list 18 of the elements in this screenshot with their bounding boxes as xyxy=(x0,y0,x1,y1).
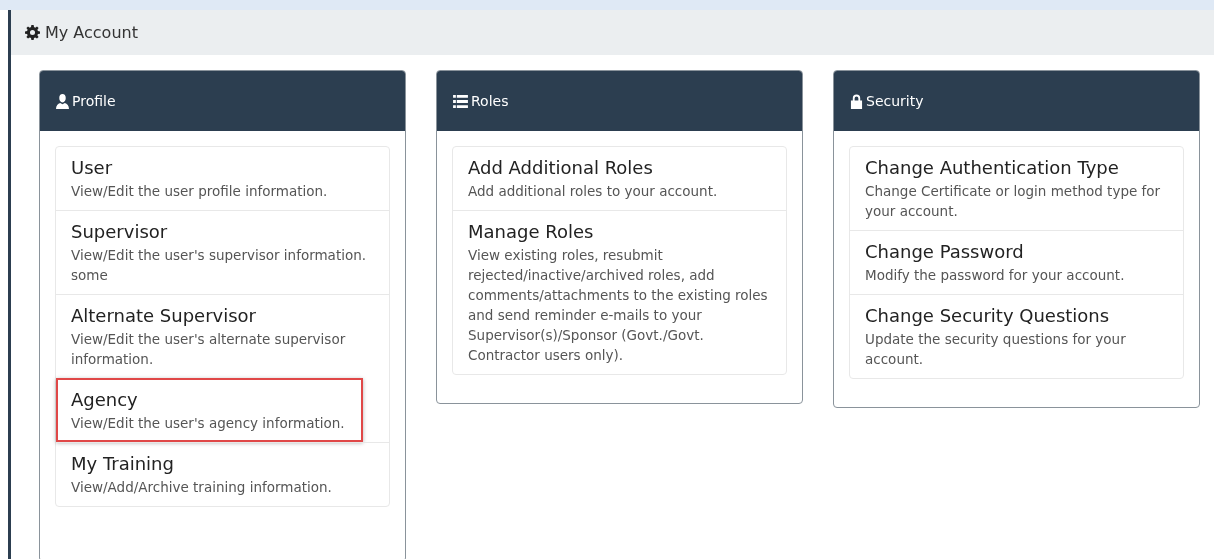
menu-item[interactable]: User View/Edit the user profile information. xyxy=(56,147,389,210)
menu-item[interactable]: Change Security Questions Update the security questions for your account. xyxy=(850,294,1183,378)
menu-item[interactable]: Agency View/Edit the user's agency information. xyxy=(56,378,363,442)
list-icon xyxy=(453,94,468,108)
card-title: Roles xyxy=(471,93,509,109)
lock-icon xyxy=(850,93,863,109)
menu-item[interactable]: Alternate Supervisor View/Edit the user's alternate supervisor information. xyxy=(56,294,389,378)
menu-item[interactable]: Supervisor View/Edit the user's supervisor information. some xyxy=(56,210,389,294)
menu-item[interactable]: My Training View/Add/Archive training information. xyxy=(56,442,389,506)
page-title: My Account xyxy=(45,23,138,42)
person-icon xyxy=(56,93,69,109)
menu-item[interactable]: Add Additional Roles Add additional roles to your account. xyxy=(453,147,786,210)
menu-item[interactable]: Change Password Modify the password for your account. xyxy=(850,230,1183,294)
menu-item[interactable]: Change Authentication Type Change Certificate or login method type for your account. xyxy=(850,147,1183,230)
menu-item[interactable]: Manage Roles View existing roles, resubmit rejected/inactive/archived roles, add comments/attachments to the existing roles and send reminder e-mails to your Supervisor(s)/Sponsor (Govt./Govt. Contractor users only). xyxy=(453,210,786,374)
card-title: Profile xyxy=(72,93,116,109)
card-title: Security xyxy=(866,93,924,109)
settings-icon xyxy=(25,25,40,40)
